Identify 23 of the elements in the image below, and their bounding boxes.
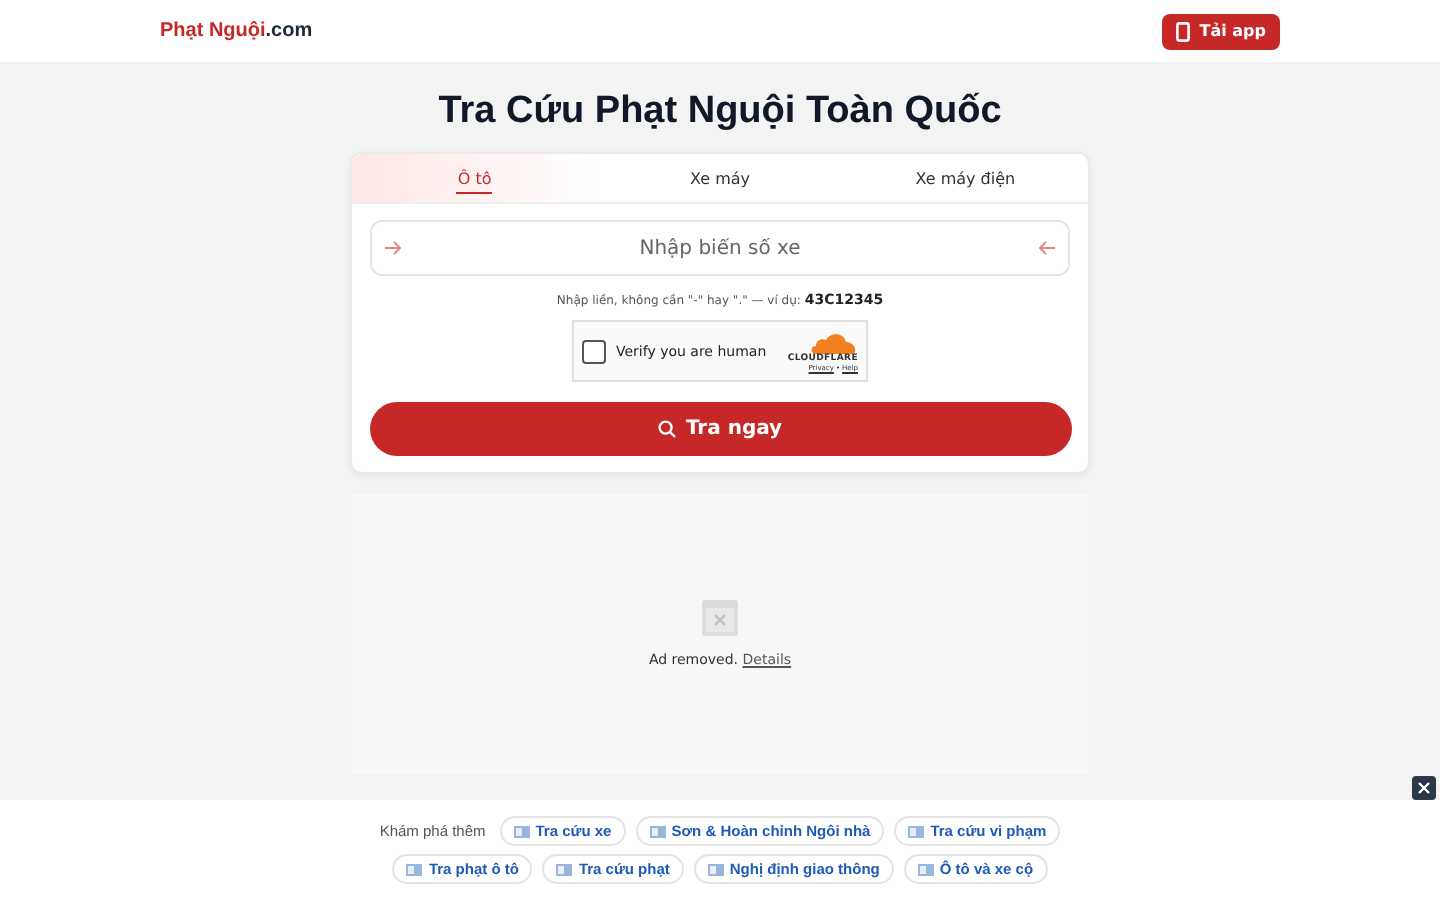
- close-icon: [1418, 782, 1430, 794]
- arrow-right-icon: [384, 240, 402, 256]
- logo-suffix[interactable]: .com: [265, 20, 313, 42]
- vehicle-tab[interactable]: Ô tô: [352, 154, 598, 202]
- ad-removed-icon: [702, 600, 738, 636]
- close-button[interactable]: [1412, 776, 1436, 800]
- newspaper-icon: [908, 825, 925, 837]
- page-title: Tra Cứu Phạt Nguội Toàn Quốc: [438, 90, 1002, 134]
- newspaper-icon: [556, 863, 573, 875]
- cloud-icon: [810, 331, 858, 353]
- newspaper-icon: [513, 825, 530, 837]
- captcha-checkbox[interactable]: [582, 339, 606, 363]
- logo-name[interactable]: Phạt Nguội: [160, 20, 266, 42]
- newspaper-icon: [917, 863, 934, 875]
- phone-icon: [1175, 21, 1190, 41]
- vehicle-tab[interactable]: Xe máy điện: [842, 154, 1089, 202]
- newspaper-icon: [649, 825, 666, 837]
- search-button[interactable]: Tra ngay: [369, 402, 1071, 456]
- arrow-left-icon: [1038, 240, 1056, 256]
- search-icon: [657, 420, 676, 438]
- newspaper-icon: [707, 863, 724, 875]
- newspaper-icon: [406, 863, 423, 875]
- download-app-button[interactable]: Tải app: [1161, 13, 1280, 49]
